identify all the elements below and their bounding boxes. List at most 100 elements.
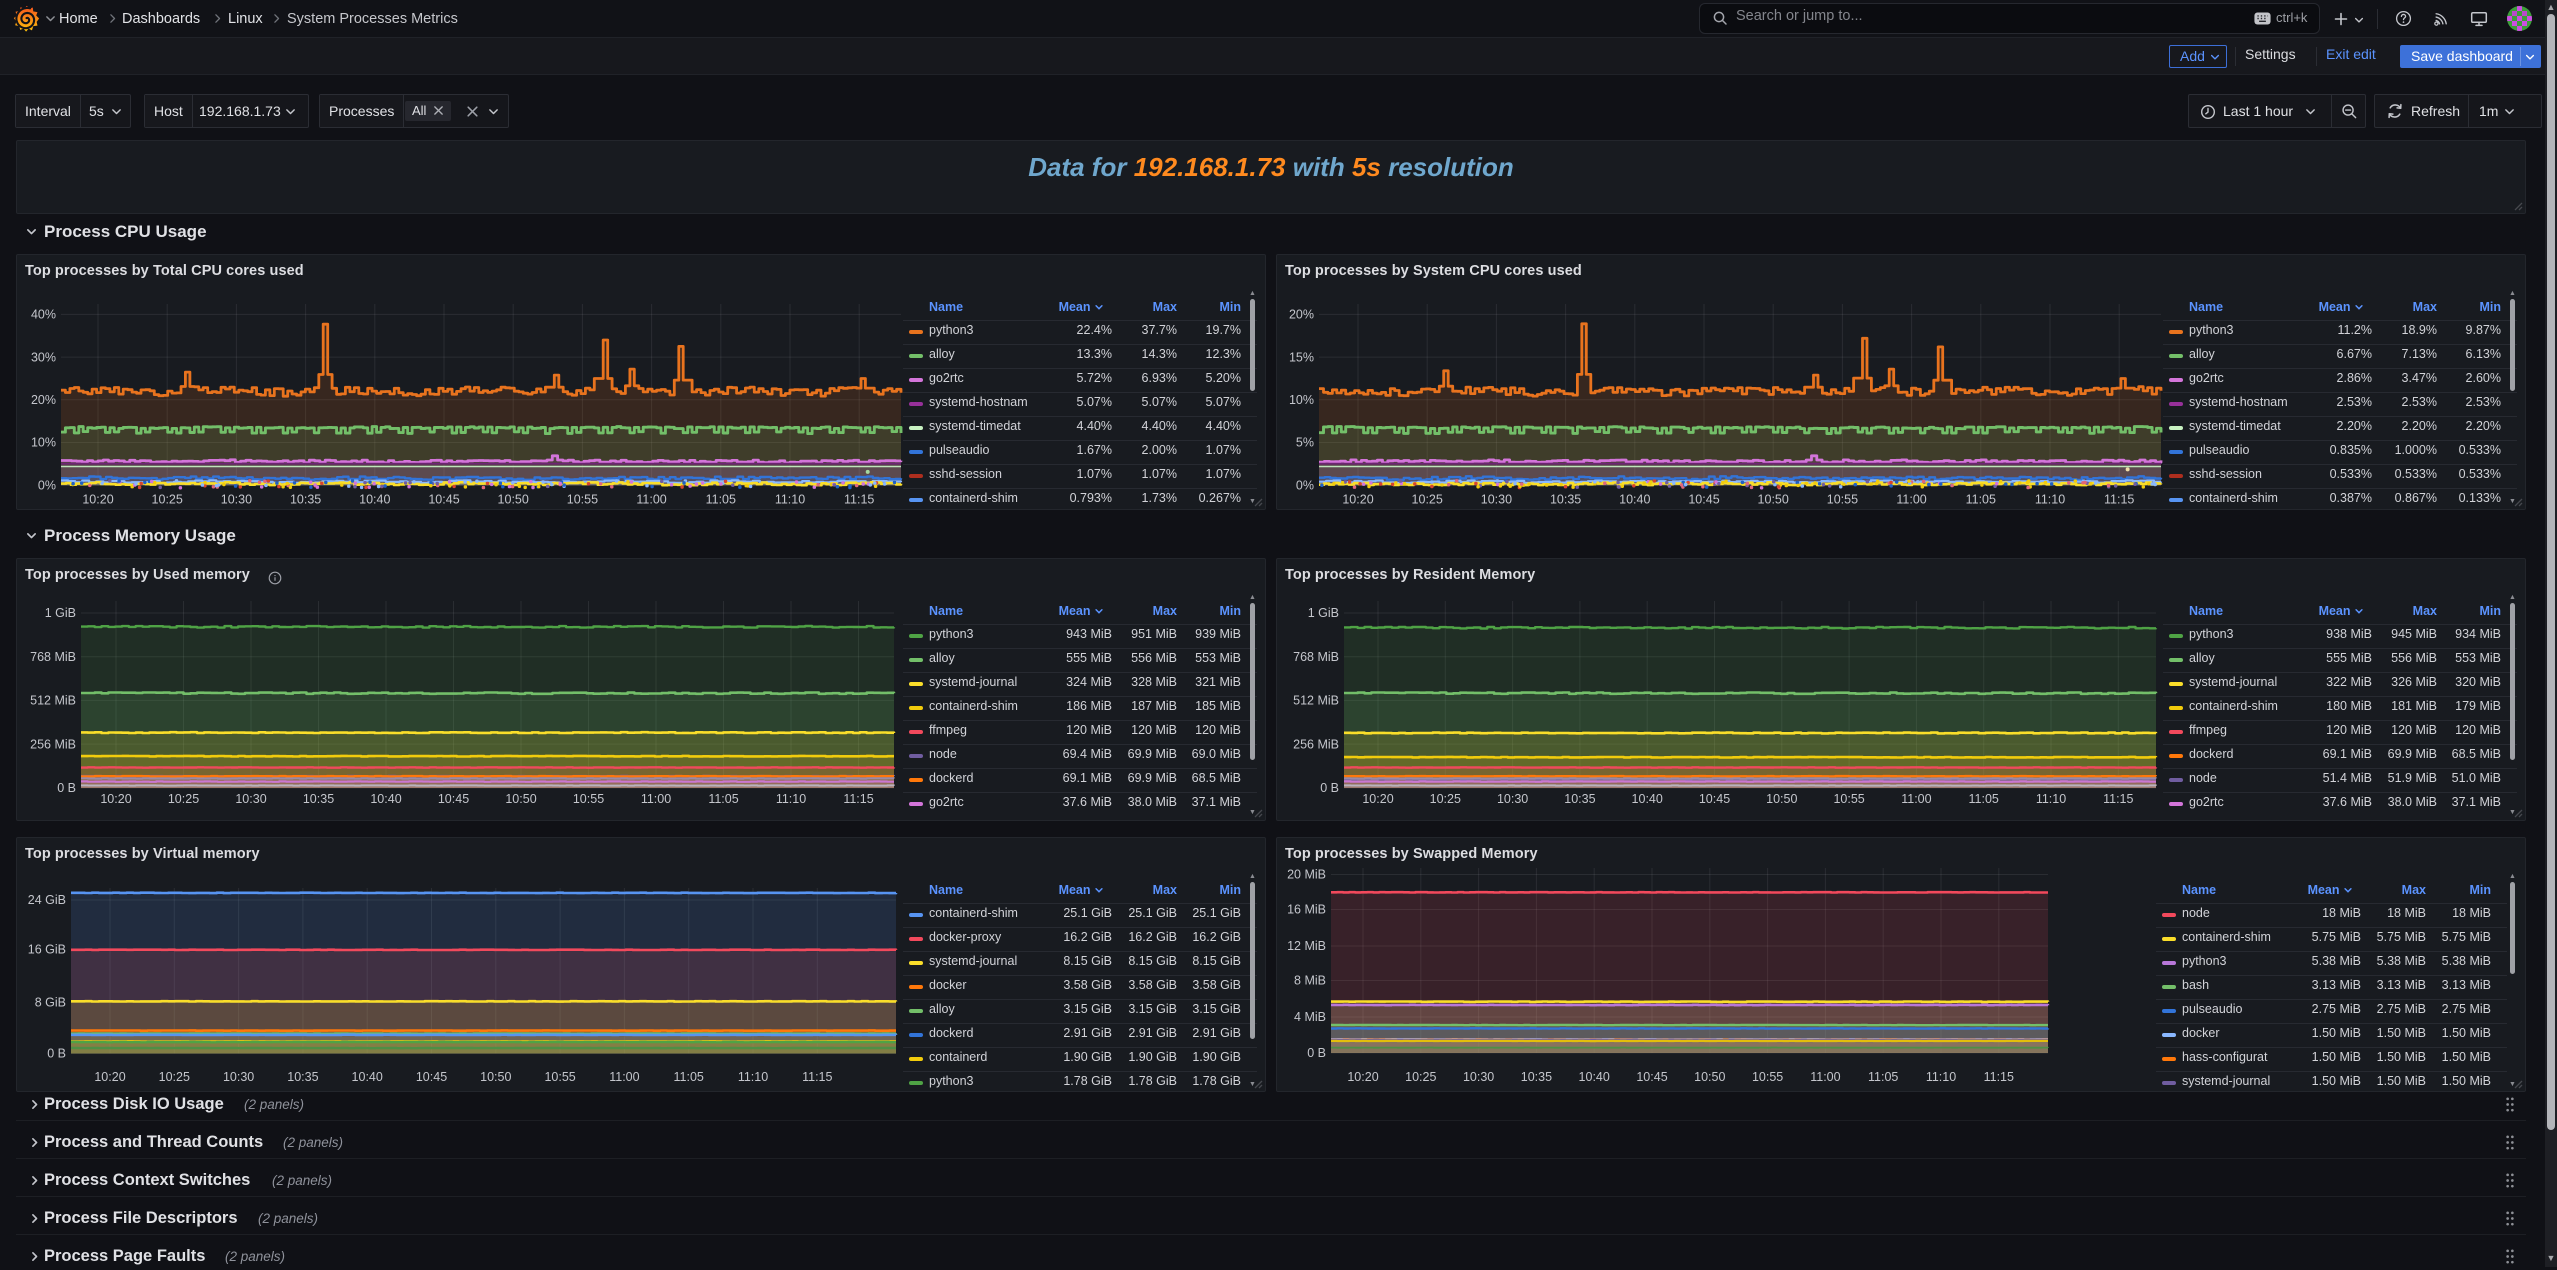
svg-text:10:50: 10:50 bbox=[480, 1070, 511, 1084]
svg-text:16 GiB: 16 GiB bbox=[28, 943, 66, 957]
svg-text:11:15: 11:15 bbox=[2104, 493, 2134, 507]
svg-text:30%: 30% bbox=[31, 350, 56, 364]
svg-text:10:55: 10:55 bbox=[1827, 493, 1858, 507]
svg-text:11:10: 11:10 bbox=[2036, 792, 2066, 806]
svg-text:11:00: 11:00 bbox=[641, 792, 671, 806]
svg-text:40%: 40% bbox=[31, 308, 56, 322]
svg-text:10:20: 10:20 bbox=[1362, 792, 1393, 806]
svg-text:10:30: 10:30 bbox=[223, 1070, 254, 1084]
svg-text:10:55: 10:55 bbox=[544, 1070, 575, 1084]
svg-text:11:05: 11:05 bbox=[1966, 493, 1996, 507]
svg-text:10:50: 10:50 bbox=[1766, 792, 1797, 806]
svg-text:10:20: 10:20 bbox=[94, 1070, 125, 1084]
svg-text:11:05: 11:05 bbox=[1969, 792, 1999, 806]
svg-text:0 B: 0 B bbox=[47, 1047, 66, 1061]
svg-text:11:10: 11:10 bbox=[2035, 493, 2065, 507]
svg-text:10:40: 10:40 bbox=[370, 792, 401, 806]
svg-text:10:30: 10:30 bbox=[1497, 792, 1528, 806]
svg-text:10:25: 10:25 bbox=[152, 493, 183, 507]
svg-text:10:25: 10:25 bbox=[159, 1070, 190, 1084]
svg-text:10:20: 10:20 bbox=[82, 493, 113, 507]
svg-text:1 GiB: 1 GiB bbox=[1308, 606, 1339, 620]
svg-text:8 GiB: 8 GiB bbox=[35, 996, 66, 1010]
svg-text:768 MiB: 768 MiB bbox=[30, 650, 76, 664]
svg-text:10:30: 10:30 bbox=[221, 493, 252, 507]
svg-text:10:20: 10:20 bbox=[1347, 1070, 1378, 1084]
svg-text:11:15: 11:15 bbox=[2103, 792, 2133, 806]
svg-text:8 MiB: 8 MiB bbox=[1294, 974, 1326, 988]
svg-text:10:20: 10:20 bbox=[1342, 493, 1373, 507]
svg-text:11:05: 11:05 bbox=[674, 1070, 704, 1084]
svg-text:10:30: 10:30 bbox=[1463, 1070, 1494, 1084]
svg-text:10:45: 10:45 bbox=[438, 792, 469, 806]
svg-text:11:15: 11:15 bbox=[802, 1070, 832, 1084]
svg-text:11:00: 11:00 bbox=[1896, 493, 1926, 507]
svg-text:0 B: 0 B bbox=[1320, 781, 1339, 795]
svg-text:11:05: 11:05 bbox=[1868, 1070, 1898, 1084]
svg-text:11:05: 11:05 bbox=[708, 792, 738, 806]
svg-text:10:30: 10:30 bbox=[1481, 493, 1512, 507]
svg-text:11:10: 11:10 bbox=[775, 493, 805, 507]
svg-text:10:25: 10:25 bbox=[1412, 493, 1443, 507]
svg-text:11:10: 11:10 bbox=[738, 1070, 768, 1084]
svg-text:256 MiB: 256 MiB bbox=[30, 737, 76, 751]
svg-text:10:25: 10:25 bbox=[1430, 792, 1461, 806]
svg-text:20 MiB: 20 MiB bbox=[1287, 868, 1326, 882]
svg-text:11:00: 11:00 bbox=[636, 493, 666, 507]
svg-text:10:40: 10:40 bbox=[1632, 792, 1663, 806]
svg-text:10:55: 10:55 bbox=[573, 792, 604, 806]
svg-text:10:45: 10:45 bbox=[1688, 493, 1719, 507]
svg-text:10:45: 10:45 bbox=[1699, 792, 1730, 806]
svg-text:10:35: 10:35 bbox=[303, 792, 334, 806]
svg-text:10:40: 10:40 bbox=[359, 493, 390, 507]
svg-text:10:35: 10:35 bbox=[287, 1070, 318, 1084]
svg-text:10:35: 10:35 bbox=[1550, 493, 1581, 507]
svg-text:10:30: 10:30 bbox=[235, 792, 266, 806]
svg-text:10:50: 10:50 bbox=[1694, 1070, 1725, 1084]
svg-text:24 GiB: 24 GiB bbox=[28, 893, 66, 907]
svg-text:512 MiB: 512 MiB bbox=[1293, 694, 1339, 708]
svg-text:10:45: 10:45 bbox=[416, 1070, 447, 1084]
svg-text:11:15: 11:15 bbox=[1984, 1070, 2014, 1084]
svg-text:10:20: 10:20 bbox=[100, 792, 131, 806]
svg-text:11:10: 11:10 bbox=[1926, 1070, 1956, 1084]
svg-text:11:15: 11:15 bbox=[844, 493, 874, 507]
svg-text:11:00: 11:00 bbox=[609, 1070, 639, 1084]
svg-text:0 B: 0 B bbox=[57, 781, 76, 795]
svg-text:11:15: 11:15 bbox=[843, 792, 873, 806]
svg-text:11:05: 11:05 bbox=[706, 493, 736, 507]
svg-text:256 MiB: 256 MiB bbox=[1293, 737, 1339, 751]
svg-text:20%: 20% bbox=[31, 393, 56, 407]
svg-text:10:45: 10:45 bbox=[1636, 1070, 1667, 1084]
svg-text:0%: 0% bbox=[38, 479, 56, 493]
svg-text:20%: 20% bbox=[1289, 308, 1314, 322]
svg-text:10:50: 10:50 bbox=[505, 792, 536, 806]
svg-text:12 MiB: 12 MiB bbox=[1287, 939, 1326, 953]
svg-text:10:35: 10:35 bbox=[1564, 792, 1595, 806]
svg-text:10:45: 10:45 bbox=[428, 493, 459, 507]
svg-text:0%: 0% bbox=[1296, 479, 1314, 493]
svg-text:768 MiB: 768 MiB bbox=[1293, 650, 1339, 664]
svg-text:15%: 15% bbox=[1289, 350, 1314, 364]
svg-text:11:00: 11:00 bbox=[1901, 792, 1931, 806]
svg-text:10:55: 10:55 bbox=[567, 493, 598, 507]
svg-text:10:55: 10:55 bbox=[1833, 792, 1864, 806]
svg-text:10:25: 10:25 bbox=[1405, 1070, 1436, 1084]
svg-text:10%: 10% bbox=[1289, 393, 1314, 407]
svg-text:16 MiB: 16 MiB bbox=[1287, 903, 1326, 917]
svg-text:10:55: 10:55 bbox=[1752, 1070, 1783, 1084]
svg-text:10:40: 10:40 bbox=[352, 1070, 383, 1084]
svg-text:10:40: 10:40 bbox=[1579, 1070, 1610, 1084]
svg-text:4 MiB: 4 MiB bbox=[1294, 1010, 1326, 1024]
svg-text:10:50: 10:50 bbox=[498, 493, 529, 507]
svg-text:11:10: 11:10 bbox=[776, 792, 806, 806]
svg-text:0 B: 0 B bbox=[1307, 1046, 1326, 1060]
svg-text:5%: 5% bbox=[1296, 436, 1314, 450]
svg-text:11:00: 11:00 bbox=[1810, 1070, 1840, 1084]
svg-text:10:40: 10:40 bbox=[1619, 493, 1650, 507]
svg-text:512 MiB: 512 MiB bbox=[30, 694, 76, 708]
svg-text:10%: 10% bbox=[31, 436, 56, 450]
svg-text:10:50: 10:50 bbox=[1758, 493, 1789, 507]
svg-text:10:35: 10:35 bbox=[1521, 1070, 1552, 1084]
svg-text:10:25: 10:25 bbox=[168, 792, 199, 806]
